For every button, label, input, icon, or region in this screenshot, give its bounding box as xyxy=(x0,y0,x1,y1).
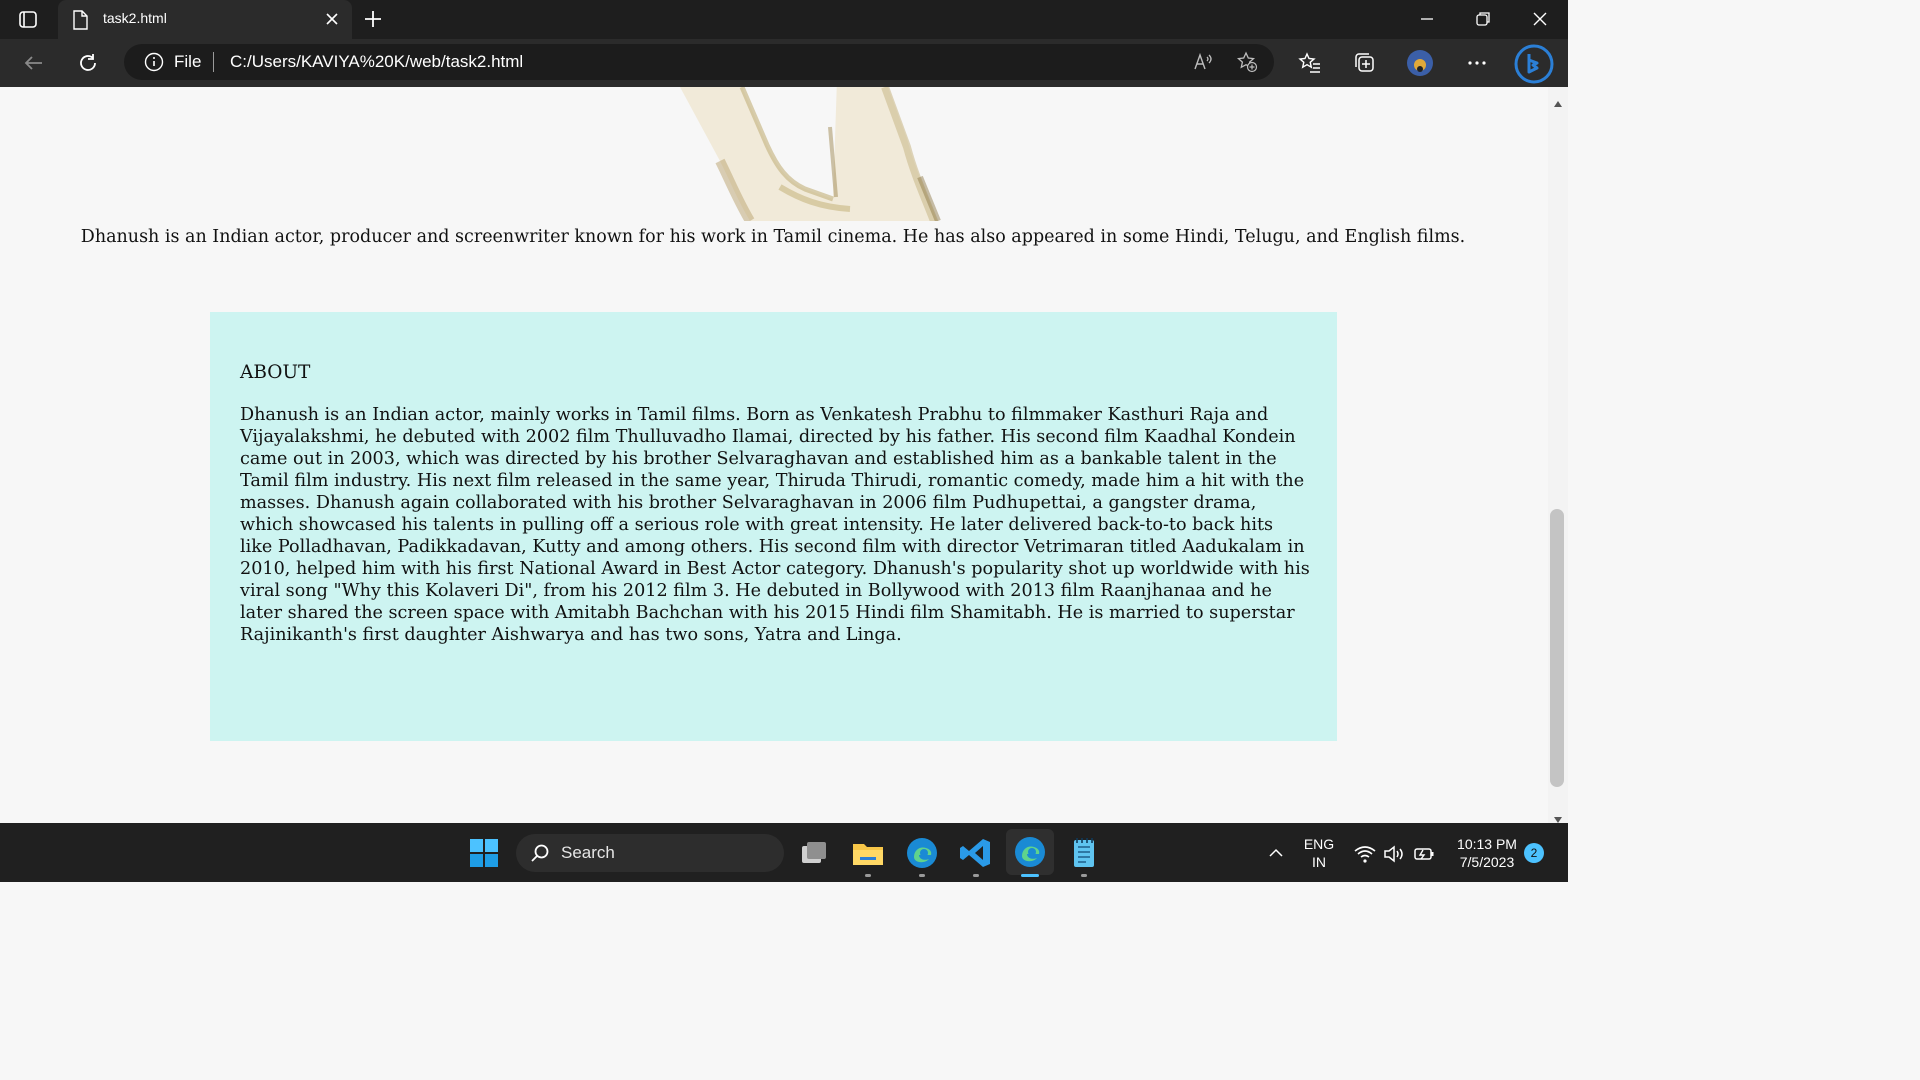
refresh-icon[interactable] xyxy=(76,51,100,75)
about-heading: ABOUT xyxy=(240,362,311,383)
collections-icon[interactable] xyxy=(1353,51,1377,75)
browser-tab[interactable]: task2.html xyxy=(58,0,352,39)
back-icon[interactable] xyxy=(22,51,46,75)
clock-date: 7/5/2023 xyxy=(1459,854,1515,870)
tab-actions-icon[interactable] xyxy=(14,8,42,32)
chevron-up-icon[interactable] xyxy=(1266,843,1286,863)
info-icon[interactable] xyxy=(144,52,164,76)
favorites-icon[interactable] xyxy=(1298,51,1322,75)
language-line1: ENG xyxy=(1303,836,1335,852)
minimize-icon[interactable] xyxy=(1417,9,1437,29)
tab-title: task2.html xyxy=(103,10,167,26)
vertical-scrollbar[interactable] xyxy=(1548,87,1568,823)
edge-active-icon[interactable] xyxy=(1006,829,1054,875)
window-close-icon[interactable] xyxy=(1530,9,1550,29)
vscode-icon[interactable] xyxy=(958,835,994,871)
running-indicator xyxy=(973,874,979,877)
wifi-icon[interactable] xyxy=(1353,842,1377,866)
windows-start-icon[interactable] xyxy=(466,835,502,871)
profile-avatar[interactable] xyxy=(1406,49,1434,77)
address-url[interactable]: C:/Users/KAVIYA%20K/web/task2.html xyxy=(230,52,523,72)
search-label: Search xyxy=(561,843,615,862)
address-bar[interactable]: File C:/Users/KAVIYA%20K/web/task2.html xyxy=(124,44,1274,80)
browser-title-bar: task2.html xyxy=(0,0,1568,39)
add-favorite-icon[interactable] xyxy=(1236,51,1258,73)
scroll-up-arrow-icon[interactable] xyxy=(1553,93,1563,107)
active-indicator xyxy=(1021,874,1039,877)
scrollbar-thumb[interactable] xyxy=(1550,509,1564,787)
battery-icon[interactable] xyxy=(1412,842,1436,866)
close-icon[interactable] xyxy=(322,9,342,29)
language-line2: IN xyxy=(1312,854,1326,870)
language-indicator[interactable]: ENG IN xyxy=(1300,835,1338,871)
about-paragraph: Dhanush is an Indian actor, mainly works… xyxy=(240,405,1310,645)
more-icon[interactable] xyxy=(1465,51,1489,75)
clock-time: 10:13 PM xyxy=(1457,836,1517,852)
search-icon xyxy=(530,843,550,867)
scroll-down-arrow-icon[interactable] xyxy=(1553,809,1563,823)
page-icon xyxy=(72,10,88,34)
edge-icon[interactable] xyxy=(904,835,940,871)
volume-icon[interactable] xyxy=(1382,842,1406,866)
running-indicator xyxy=(1081,874,1087,877)
restore-icon[interactable] xyxy=(1473,9,1493,29)
address-scheme: File xyxy=(174,52,202,71)
bing-icon[interactable] xyxy=(1514,44,1554,84)
task-view-icon[interactable] xyxy=(796,835,832,871)
address-separator xyxy=(213,52,214,72)
file-explorer-icon[interactable] xyxy=(850,835,886,871)
running-indicator xyxy=(919,874,925,877)
intro-paragraph: Dhanush is an Indian actor, producer and… xyxy=(80,227,1466,247)
read-aloud-icon[interactable] xyxy=(1192,51,1214,73)
page-viewport: Dhanush is an Indian actor, producer and… xyxy=(0,87,1548,823)
notification-badge[interactable]: 2 xyxy=(1524,843,1544,863)
notepad-icon[interactable] xyxy=(1066,835,1102,871)
running-indicator xyxy=(865,874,871,877)
about-section: ABOUT Dhanush is an Indian actor, mainly… xyxy=(210,312,1337,741)
plus-icon[interactable] xyxy=(362,8,384,30)
clock[interactable]: 10:13 PM 7/5/2023 xyxy=(1450,835,1524,871)
taskbar-search[interactable]: Search xyxy=(516,834,784,872)
actor-photo xyxy=(680,87,980,231)
taskbar: Search ENG IN 10:13 PM 7/5/2023 2 xyxy=(0,823,1568,882)
